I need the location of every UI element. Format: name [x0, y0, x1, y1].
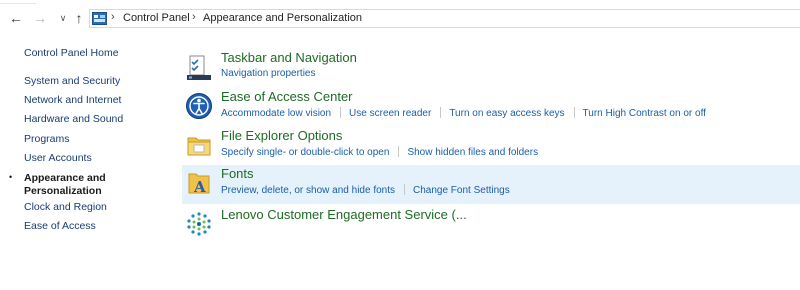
address-bar[interactable]: › Control Panel › Appearance and Persona…: [89, 9, 800, 28]
breadcrumb-separator-icon[interactable]: ›: [111, 11, 115, 23]
link-navigation-properties[interactable]: Navigation properties: [221, 68, 316, 79]
svg-text:A: A: [193, 178, 206, 196]
sidebar-item-appearance-and-personalization[interactable]: Appearance and Personalization: [24, 172, 144, 198]
link-specify-single-or-double-click[interactable]: Specify single- or double-click to open: [221, 147, 389, 158]
back-arrow-icon[interactable]: ←: [8, 10, 24, 26]
taskbar-icon: [187, 55, 211, 80]
category-links: Specify single- or double-click to open S…: [221, 146, 538, 158]
link-separator: [573, 107, 575, 118]
category-links: Navigation properties: [221, 68, 316, 79]
sidebar-item-ease-of-access[interactable]: Ease of Access: [24, 220, 96, 233]
breadcrumb-appearance-and-personalization[interactable]: Appearance and Personalization: [203, 12, 362, 24]
link-accommodate-low-vision[interactable]: Accommodate low vision: [221, 108, 331, 119]
sidebar-item-control-panel-home[interactable]: Control Panel Home: [24, 47, 119, 60]
navigation-bar: ← → ∨ ↑ › Control Panel › Appearance and…: [0, 8, 800, 30]
control-panel-icon: [92, 12, 107, 25]
title-remnant: [0, 0, 36, 4]
ease-of-access-icon: [186, 93, 212, 119]
link-separator: [404, 184, 405, 195]
breadcrumb-separator-icon[interactable]: ›: [192, 11, 196, 23]
category-links: Preview, delete, or show and hide fonts C…: [221, 184, 510, 196]
category-title[interactable]: File Explorer Options: [221, 128, 342, 143]
category-file-explorer-options: File Explorer Options Specify single- or…: [182, 127, 800, 166]
category-taskbar-and-navigation: Taskbar and Navigation Navigation proper…: [182, 49, 800, 88]
sidebar-item-clock-and-region[interactable]: Clock and Region: [24, 201, 107, 214]
sidebar-item-programs[interactable]: Programs: [24, 133, 70, 146]
category-links: Accommodate low vision Use screen reader T…: [221, 107, 706, 119]
category-title[interactable]: Ease of Access Center: [221, 89, 353, 104]
link-separator: [340, 107, 342, 118]
recent-locations-chevron-icon[interactable]: ∨: [55, 10, 71, 26]
lenovo-service-icon: [187, 212, 211, 236]
category-title[interactable]: Fonts: [221, 166, 254, 181]
breadcrumb-control-panel[interactable]: Control Panel: [123, 12, 190, 24]
category-fonts[interactable]: A Fonts Preview, delete, or show and hid…: [182, 165, 800, 204]
sidebar-item-system-and-security[interactable]: System and Security: [24, 75, 120, 88]
sidebar-item-network-and-internet[interactable]: Network and Internet: [24, 94, 121, 107]
forward-arrow-icon[interactable]: →: [32, 10, 48, 26]
category-lenovo-customer-engagement-service: Lenovo Customer Engagement Service (...: [182, 206, 800, 245]
link-separator: [440, 107, 442, 118]
link-turn-high-contrast[interactable]: Turn High Contrast on or off: [583, 108, 706, 119]
category-title[interactable]: Taskbar and Navigation: [221, 50, 357, 65]
category-ease-of-access-center: Ease of Access Center Accommodate low vi…: [182, 88, 800, 127]
sidebar-item-hardware-and-sound[interactable]: Hardware and Sound: [24, 113, 123, 126]
link-change-font-settings[interactable]: Change Font Settings: [413, 185, 510, 196]
active-item-bullet: •: [9, 172, 13, 182]
link-preview-delete-show-hide-fonts[interactable]: Preview, delete, or show and hide fonts: [221, 185, 395, 196]
up-arrow-icon[interactable]: ↑: [71, 10, 87, 26]
window-top-edge: [0, 0, 800, 7]
fonts-icon: A: [188, 173, 210, 196]
category-title[interactable]: Lenovo Customer Engagement Service (...: [221, 207, 467, 222]
link-turn-on-easy-access-keys[interactable]: Turn on easy access keys: [449, 108, 564, 119]
sidebar-item-user-accounts[interactable]: User Accounts: [24, 152, 92, 165]
link-separator: [398, 146, 400, 157]
link-show-hidden-files[interactable]: Show hidden files and folders: [407, 147, 538, 158]
folder-options-icon: [187, 137, 211, 156]
link-use-screen-reader[interactable]: Use screen reader: [349, 108, 431, 119]
